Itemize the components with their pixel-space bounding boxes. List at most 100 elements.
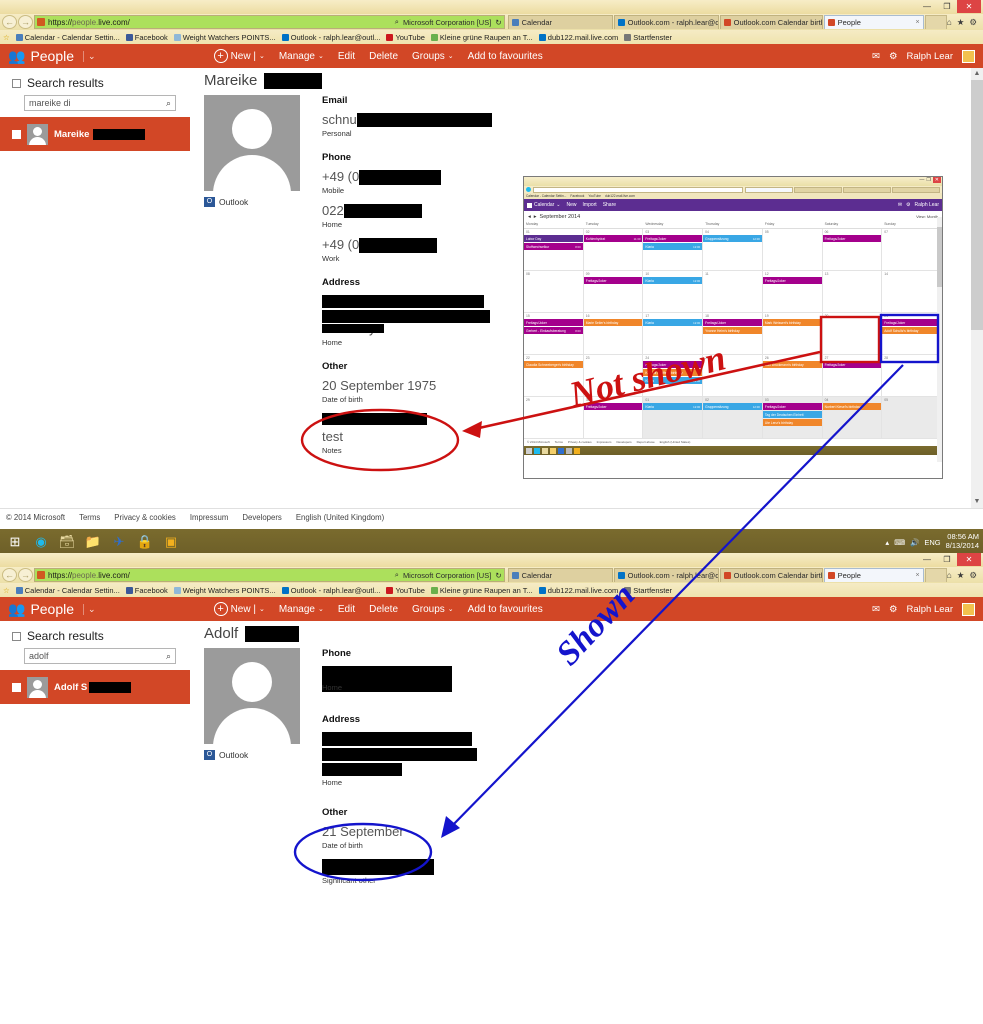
calendar-event[interactable]: Adolf Schultz's birthday (882, 327, 941, 334)
new-button[interactable]: + New | ⌄ (213, 49, 265, 63)
calendar-inset-scrollbar[interactable] (937, 217, 942, 462)
calendar-day-cell[interactable]: 03 Freitags/Joker Klaria 12:00 (643, 229, 704, 271)
search-icon[interactable]: ⌕ (166, 98, 171, 109)
windows-taskbar[interactable]: ⊞ ◉ 🗃 📁 ✈ 🔒 ▣ ▴ ⌨ 🔊 ENG 08:56 AM 8/13/20… (0, 529, 983, 555)
bookmark-facebook[interactable]: Facebook (125, 586, 168, 595)
tray-show-hidden-icon[interactable]: ▴ (885, 538, 889, 547)
calendar-day-cell[interactable]: 13 (822, 271, 883, 313)
inset-tab-calendar[interactable] (745, 186, 793, 193)
maximize-button[interactable]: ❐ (926, 177, 930, 183)
chevron-down-icon[interactable]: ⌄ (83, 603, 96, 615)
taskbar-explorer-icon[interactable]: 🗃 (54, 530, 80, 554)
calendar-day-cell[interactable]: 03 Freitags/Joker Tag der Deutschen Einhei… (762, 397, 823, 439)
language-link[interactable]: English (United Kingdom) (296, 513, 384, 522)
scroll-up-arrow[interactable]: ▲ (971, 68, 983, 80)
calendar-event[interactable]: Freitags/Joker (643, 235, 703, 242)
minimize-button[interactable]: — (917, 553, 937, 566)
favorites-star-icon[interactable]: ☆ (3, 33, 10, 42)
forward-icon[interactable]: → (18, 568, 33, 582)
add-to-favourites-button[interactable]: Add to favourites (468, 604, 543, 615)
bookmark-startfenster[interactable]: Startfenster (624, 33, 672, 42)
tab-outlook-calendar-birthdays[interactable]: Outlook.com Calendar birthda... (719, 15, 823, 29)
calendar-day-cell[interactable]: 28 (882, 355, 942, 397)
new-tab-button[interactable] (924, 15, 947, 29)
next-month-icon[interactable]: ▸ (534, 214, 537, 220)
delete-button[interactable]: Delete (369, 51, 398, 62)
bookmark-youtube[interactable]: YouTube (386, 33, 425, 42)
favorites-star-icon[interactable]: ☆ (3, 586, 10, 595)
refresh-icon[interactable]: ↻ (495, 571, 501, 580)
footer-link[interactable]: Terms (555, 440, 563, 445)
tools-icon[interactable]: ⚙ (969, 570, 977, 581)
calendar-event[interactable]: Klaria 12:00 (643, 319, 703, 326)
gear-icon[interactable]: ⚙ (889, 51, 898, 62)
manage-button[interactable]: Manage ⌄ (279, 51, 324, 62)
calendar-event[interactable]: Klaria 12:00 (643, 277, 703, 284)
bookmark-calendar[interactable]: Calendar - Calendar Settin... (15, 586, 120, 595)
taskbar-ie-icon[interactable]: ◉ (28, 530, 54, 554)
chevron-down-icon[interactable]: ⌄ (556, 202, 560, 208)
maximize-button[interactable]: ❐ (937, 553, 957, 566)
close-window-button[interactable]: ✕ (957, 553, 981, 566)
maximize-button[interactable]: ❐ (937, 0, 957, 13)
calendar-event[interactable]: Tag der Deutschen Einheit (762, 411, 822, 418)
calendar-event[interactable]: Freitags/Joker (762, 277, 822, 284)
calendar-day-cell[interactable]: 15 Freitags/Joker Gerbert - Einkaufsberatu… (524, 313, 584, 355)
avatar[interactable] (962, 49, 975, 63)
messenger-icon[interactable]: ✉ (872, 51, 880, 62)
search-icon[interactable]: ⌕ (395, 17, 399, 27)
calendar-day-cell[interactable]: 14 (882, 271, 942, 313)
select-all-checkbox[interactable] (12, 78, 21, 88)
contact-checkbox[interactable] (12, 129, 21, 139)
back-icon[interactable]: ← (2, 15, 17, 29)
tab-people[interactable]: People × (823, 15, 924, 29)
contact-checkbox[interactable] (12, 682, 21, 692)
tab-calendar[interactable]: Calendar (507, 15, 613, 29)
calendar-event[interactable]: Freitags/Joker (822, 235, 882, 242)
address-bar[interactable]: https://people.live.com/ ⌕ Microsoft Cor… (34, 568, 505, 582)
calendar-day-cell[interactable]: 21 Freitags/Joker Adolf Schultz's birthday (882, 313, 942, 355)
avatar[interactable] (962, 602, 975, 616)
calendar-event[interactable]: Yvonne Heim's birthday (703, 327, 762, 334)
calendar-day-cell[interactable]: 05 (882, 397, 942, 439)
groups-button[interactable]: Groups ⌄ (412, 51, 454, 62)
calendar-event[interactable]: Freitags/Joker (882, 319, 941, 326)
home-icon[interactable]: ⌂ (947, 17, 952, 28)
tab-calendar[interactable]: Calendar (507, 568, 613, 582)
calendar-event[interactable]: Ute Lenz's birthday (762, 419, 822, 426)
select-all-checkbox[interactable] (12, 631, 21, 641)
taskbar-lock-icon[interactable]: 🔒 (132, 530, 158, 554)
inset-bookmark[interactable]: YouTube (588, 194, 601, 198)
new-tab-button[interactable] (924, 568, 947, 582)
delete-button[interactable]: Delete (369, 604, 398, 615)
tray-volume-icon[interactable]: 🔊 (910, 538, 919, 547)
edit-button[interactable]: Edit (338, 51, 355, 62)
edit-button[interactable]: Edit (338, 604, 355, 615)
calendar-event[interactable]: Gerbert - Einkaufsberatung 8:00 (524, 327, 583, 334)
calendar-event[interactable]: Freitags/Joker (762, 403, 822, 410)
clock[interactable]: 08:56 AM 8/13/2014 (946, 533, 979, 550)
bookmark-calendar[interactable]: Calendar - Calendar Settin... (15, 33, 120, 42)
terms-link[interactable]: Terms (79, 513, 100, 522)
user-name[interactable]: Ralph Lear (915, 202, 939, 208)
calendar-day-cell[interactable]: 11 (703, 271, 763, 313)
footer-link[interactable]: Report abuse (637, 440, 655, 445)
bookmark-facebook[interactable]: Facebook (125, 33, 168, 42)
taskbar-plane-icon[interactable]: ✈ (106, 530, 132, 554)
search-input[interactable]: adolf ⌕ (24, 648, 176, 664)
tray-network-icon[interactable]: ⌨ (894, 538, 905, 547)
close-window-button[interactable]: ✕ (957, 0, 981, 13)
impressum-link[interactable]: Impressum (190, 513, 229, 522)
tab-outlook-mail[interactable]: Outlook.com - ralph.lear@outl... (613, 568, 719, 582)
footer-link[interactable]: © 2014 Microsoft (527, 440, 550, 445)
contact-list-item[interactable]: Adolf S (0, 670, 190, 704)
address-bar[interactable]: https://people.live.com/ ⌕ Microsoft Cor… (34, 15, 505, 29)
footer-link[interactable]: English (United States) (660, 440, 691, 445)
calendar-day-cell[interactable]: 01 Labor Day Stoffwechselkur 8:00 (524, 229, 584, 271)
calendar-day-cell[interactable]: 20 (822, 313, 883, 355)
calendar-day-cell[interactable]: 16 Marie Seiler's birthday (583, 313, 644, 355)
calendar-event[interactable]: Stoffwechselkur 8:00 (524, 243, 583, 250)
calendar-day-cell[interactable]: 26 Dan Druckmann's birthday (762, 355, 823, 397)
contact-list-item[interactable]: Mareike (0, 117, 190, 151)
calendar-event[interactable]: Labor Day (524, 235, 583, 242)
